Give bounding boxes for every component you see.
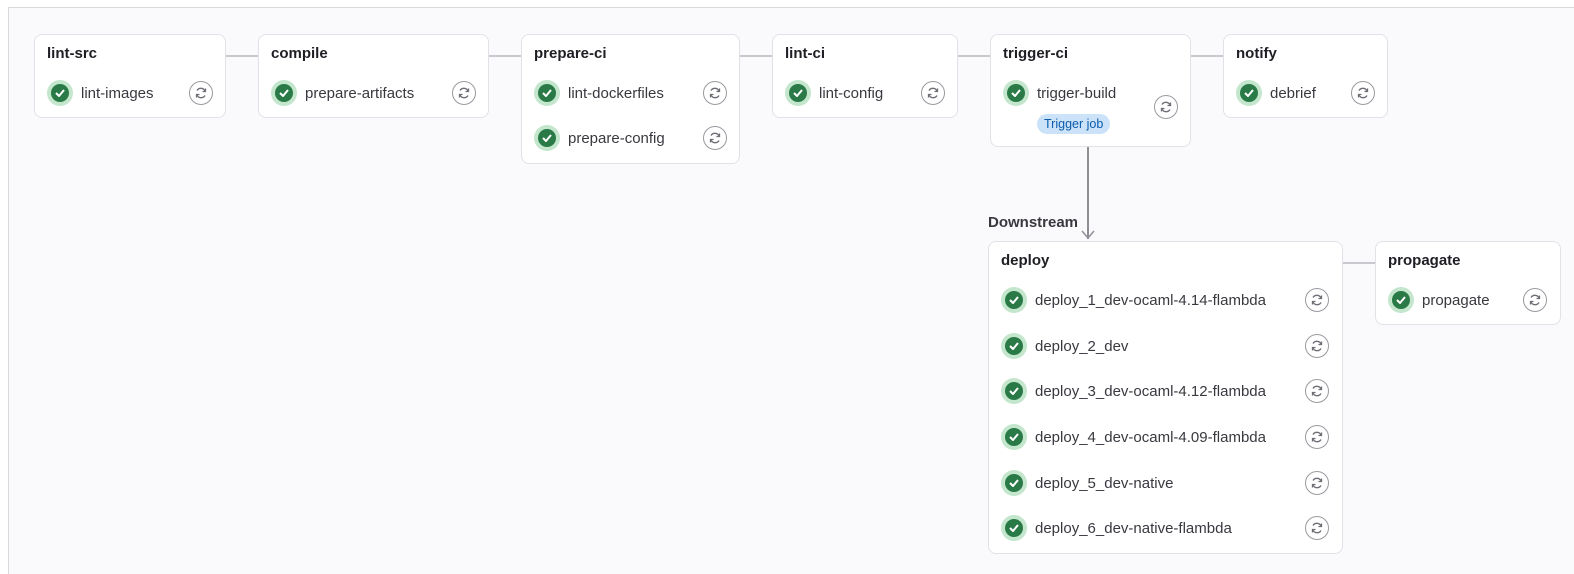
stage-compile: compile prepare-artifacts <box>258 34 489 118</box>
retry-icon[interactable] <box>1305 425 1329 449</box>
stage-lint-ci: lint-ci lint-config <box>772 34 958 118</box>
stage-notify: notify debrief <box>1223 34 1388 118</box>
job-name: lint-dockerfiles <box>568 84 664 102</box>
job-name: trigger-build <box>1037 84 1117 102</box>
job-name: deploy_6_dev-native-flambda <box>1035 519 1232 537</box>
stage-title: lint-ci <box>785 45 825 62</box>
job-trigger-build[interactable]: trigger-build <box>1003 79 1116 107</box>
stage-connector <box>1342 262 1376 264</box>
stage-lint-src: lint-src lint-images <box>34 34 226 118</box>
job-deploy-1[interactable]: deploy_1_dev-ocaml-4.14-flambda <box>1001 286 1266 314</box>
job-name: prepare-artifacts <box>305 84 415 102</box>
downstream-label: Downstream <box>988 214 1079 231</box>
job-name: lint-images <box>81 84 154 102</box>
job-name: deploy_4_dev-ocaml-4.09-flambda <box>1035 428 1266 446</box>
stage-connector <box>225 55 259 57</box>
stage-connector <box>957 55 991 57</box>
arrow-down-icon <box>1081 230 1095 240</box>
job-name: lint-config <box>819 84 884 102</box>
retry-icon[interactable] <box>1351 81 1375 105</box>
job-prepare-config[interactable]: prepare-config <box>534 124 665 152</box>
job-name: debrief <box>1270 84 1316 102</box>
retry-icon[interactable] <box>189 81 213 105</box>
job-name: deploy_5_dev-native <box>1035 474 1174 492</box>
retry-icon[interactable] <box>1305 516 1329 540</box>
check-circle-icon <box>1001 287 1027 313</box>
stage-title: deploy <box>1001 252 1050 269</box>
check-circle-icon <box>271 80 297 106</box>
job-deploy-4[interactable]: deploy_4_dev-ocaml-4.09-flambda <box>1001 423 1266 451</box>
check-circle-icon <box>1001 470 1027 496</box>
stage-connector <box>488 55 522 57</box>
job-deploy-3[interactable]: deploy_3_dev-ocaml-4.12-flambda <box>1001 377 1266 405</box>
check-circle-icon <box>1001 515 1027 541</box>
job-name: deploy_3_dev-ocaml-4.12-flambda <box>1035 382 1266 400</box>
job-deploy-2[interactable]: deploy_2_dev <box>1001 332 1128 360</box>
check-circle-icon <box>1003 80 1029 106</box>
retry-icon[interactable] <box>703 126 727 150</box>
retry-icon[interactable] <box>1154 95 1178 119</box>
job-deploy-6[interactable]: deploy_6_dev-native-flambda <box>1001 514 1232 542</box>
check-circle-icon <box>1001 378 1027 404</box>
stage-title: prepare-ci <box>534 45 607 62</box>
retry-icon[interactable] <box>1305 471 1329 495</box>
check-circle-icon <box>785 80 811 106</box>
check-circle-icon <box>1001 333 1027 359</box>
retry-icon[interactable] <box>1305 334 1329 358</box>
stage-deploy: deploy deploy_1_dev-ocaml-4.14-flambda d… <box>988 241 1343 554</box>
stage-trigger-ci: trigger-ci trigger-build Trigger job <box>990 34 1191 147</box>
retry-icon[interactable] <box>452 81 476 105</box>
retry-icon[interactable] <box>1523 288 1547 312</box>
stage-title: trigger-ci <box>1003 45 1069 62</box>
stage-connector <box>1190 55 1224 57</box>
job-debrief[interactable]: debrief <box>1236 79 1316 107</box>
check-circle-icon <box>534 80 560 106</box>
job-name: deploy_2_dev <box>1035 337 1129 355</box>
job-name: propagate <box>1422 291 1490 309</box>
pipeline-graph: lint-src lint-images compile prepare-art… <box>8 7 1574 574</box>
stage-connector <box>739 55 773 57</box>
check-circle-icon <box>534 125 560 151</box>
job-prepare-artifacts[interactable]: prepare-artifacts <box>271 79 414 107</box>
retry-icon[interactable] <box>1305 379 1329 403</box>
stage-title: notify <box>1236 45 1277 62</box>
retry-icon[interactable] <box>703 81 727 105</box>
stage-title: lint-src <box>47 45 98 62</box>
job-name: deploy_1_dev-ocaml-4.14-flambda <box>1035 291 1266 309</box>
stage-title: compile <box>271 45 328 62</box>
job-lint-images[interactable]: lint-images <box>47 79 154 107</box>
stage-propagate: propagate propagate <box>1375 241 1561 325</box>
retry-icon[interactable] <box>921 81 945 105</box>
downstream-connector <box>1087 147 1089 239</box>
job-lint-dockerfiles[interactable]: lint-dockerfiles <box>534 79 664 107</box>
check-circle-icon <box>1001 424 1027 450</box>
job-propagate[interactable]: propagate <box>1388 286 1490 314</box>
check-circle-icon <box>1236 80 1262 106</box>
job-deploy-5[interactable]: deploy_5_dev-native <box>1001 469 1173 497</box>
stage-prepare-ci: prepare-ci lint-dockerfiles prepare-conf… <box>521 34 740 164</box>
check-circle-icon <box>47 80 73 106</box>
check-circle-icon <box>1388 287 1414 313</box>
job-lint-config[interactable]: lint-config <box>785 79 883 107</box>
stage-title: propagate <box>1388 252 1461 269</box>
job-name: prepare-config <box>568 129 665 147</box>
trigger-job-badge: Trigger job <box>1037 114 1111 134</box>
retry-icon[interactable] <box>1305 288 1329 312</box>
